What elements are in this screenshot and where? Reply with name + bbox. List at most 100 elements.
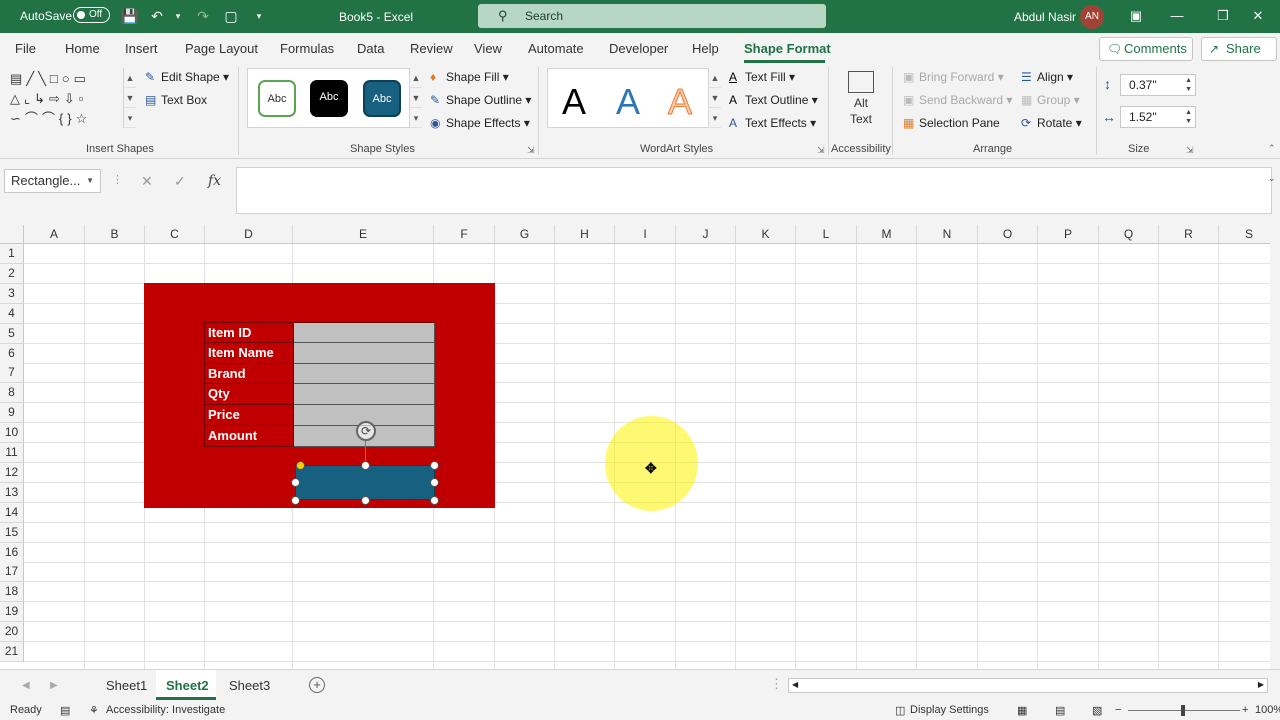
resize-handle-top[interactable] [361, 461, 370, 470]
column-header[interactable]: B [85, 225, 145, 244]
style-swatch-black[interactable]: Abc [310, 80, 348, 117]
tab-help[interactable]: Help [692, 41, 719, 56]
column-header[interactable]: N [917, 225, 978, 244]
display-settings-label[interactable]: Display Settings [910, 704, 989, 716]
tab-formulas[interactable]: Formulas [280, 41, 334, 56]
form-field-input[interactable] [294, 384, 435, 406]
vertical-scrollbar[interactable] [1270, 225, 1280, 669]
width-spinner-icon[interactable]: ▲ ▼ [1185, 108, 1192, 126]
shape-effects-button[interactable]: ◉ Shape Effects ▾ [430, 116, 530, 130]
zoom-slider-thumb[interactable] [1181, 705, 1185, 716]
tab-home[interactable]: Home [65, 41, 100, 56]
wordart-style-orange[interactable]: A [667, 81, 692, 123]
horizontal-scrollbar[interactable]: ◀ ▶ [788, 678, 1268, 693]
selected-rectangle-shape[interactable] [295, 465, 435, 500]
resize-handle-bottom-right[interactable] [430, 496, 439, 505]
row-header[interactable]: 4 [0, 303, 24, 324]
form-field-input[interactable] [294, 363, 435, 385]
customize-toolbar-icon[interactable]: ▾ [251, 8, 267, 24]
expand-gallery-icon[interactable]: ▾ [124, 108, 136, 128]
scroll-right-icon[interactable]: ▶ [1258, 680, 1264, 689]
row-header[interactable]: 10 [0, 423, 24, 444]
column-header[interactable]: K [736, 225, 796, 244]
form-field-input[interactable] [294, 322, 435, 343]
scroll-up-icon[interactable]: ▲ [410, 68, 422, 88]
dialog-launcher-icon[interactable]: ⇲ [527, 145, 535, 156]
tab-page-layout[interactable]: Page Layout [185, 41, 258, 56]
undo-icon[interactable]: ↶ [149, 8, 165, 24]
expand-gallery-icon[interactable]: ▾ [709, 108, 721, 128]
collapse-ribbon-icon[interactable]: ⌃ [1268, 143, 1276, 154]
column-header[interactable]: G [495, 225, 555, 244]
column-header[interactable]: H [555, 225, 615, 244]
restore-icon[interactable]: ❐ [1213, 6, 1233, 26]
row-header[interactable]: 21 [0, 642, 24, 662]
scroll-down-icon[interactable]: ▼ [124, 88, 136, 108]
save-icon[interactable]: 💾 [121, 8, 138, 24]
style-swatch-teal[interactable]: Abc [363, 80, 401, 117]
tab-developer[interactable]: Developer [609, 41, 668, 56]
autosave-toggle[interactable]: Off [73, 7, 110, 23]
column-header[interactable]: O [978, 225, 1038, 244]
tab-view[interactable]: View [474, 41, 502, 56]
wordart-style-black[interactable]: A [562, 81, 586, 123]
shape-outline-button[interactable]: ✎ Shape Outline ▾ [430, 93, 531, 107]
tab-file[interactable]: File [15, 41, 36, 56]
splitter-icon[interactable]: ⋮ [770, 676, 783, 692]
redo-icon[interactable]: ↷ [195, 8, 211, 24]
text-outline-button[interactable]: A Text Outline ▾ [729, 93, 818, 107]
shape-height-input[interactable]: 0.37" ▲ ▼ [1120, 74, 1196, 96]
sheet-tab-2[interactable]: Sheet2 [166, 678, 209, 693]
scroll-down-icon[interactable]: ▼ [410, 88, 422, 108]
accessibility-status[interactable]: Accessibility: Investigate [106, 704, 225, 716]
column-header[interactable]: M [857, 225, 917, 244]
row-header[interactable]: 3 [0, 283, 24, 304]
minimize-icon[interactable]: — [1167, 6, 1187, 26]
row-header[interactable]: 8 [0, 383, 24, 404]
shape-fill-button[interactable]: ♦ Shape Fill ▾ [430, 70, 509, 84]
name-box[interactable]: Rectangle... ▼ [4, 169, 101, 193]
avatar[interactable]: AN [1080, 5, 1104, 29]
row-header[interactable]: 18 [0, 582, 24, 603]
column-header[interactable]: P [1038, 225, 1099, 244]
enter-icon[interactable]: ✓ [174, 173, 186, 190]
dialog-launcher-icon[interactable]: ⇲ [817, 145, 825, 156]
style-swatch-outline[interactable]: Abc [258, 80, 296, 117]
resize-handle-left[interactable] [291, 478, 300, 487]
scroll-up-icon[interactable]: ▲ [709, 68, 721, 88]
row-header[interactable]: 14 [0, 502, 24, 523]
row-header[interactable]: 11 [0, 443, 24, 463]
row-header[interactable]: 13 [0, 482, 24, 503]
resize-handle-top-right[interactable] [430, 461, 439, 470]
group-button[interactable]: ▦ Group ▾ [1021, 93, 1080, 107]
macro-record-icon[interactable]: ▤ [60, 704, 70, 717]
text-box-button[interactable]: ▤ Text Box [145, 93, 207, 107]
tab-data[interactable]: Data [357, 41, 384, 56]
rotate-button[interactable]: ⟳ Rotate ▾ [1021, 116, 1082, 130]
shape-width-input[interactable]: 1.52" ▲ ▼ [1120, 106, 1196, 128]
tab-shape-format[interactable]: Shape Format [744, 41, 831, 56]
tab-automate[interactable]: Automate [528, 41, 584, 56]
row-header[interactable]: 20 [0, 622, 24, 643]
height-spinner-icon[interactable]: ▲ ▼ [1185, 76, 1192, 94]
page-layout-view-icon[interactable]: ▤ [1055, 704, 1065, 717]
share-button[interactable]: ↗ Share [1201, 37, 1277, 61]
row-header[interactable]: 12 [0, 462, 24, 483]
dialog-launcher-icon[interactable]: ⇲ [1186, 145, 1194, 156]
row-header[interactable]: 5 [0, 323, 24, 344]
select-all-corner[interactable] [0, 225, 24, 244]
chevron-down-icon[interactable]: ▼ [86, 170, 94, 192]
wordart-gallery-scroll[interactable]: ▲ ▼ ▾ [708, 68, 721, 128]
next-sheet-icon[interactable]: ▶ [50, 680, 58, 691]
column-header[interactable]: Q [1099, 225, 1159, 244]
selection-pane-button[interactable]: ▦ Selection Pane [903, 116, 1000, 130]
tab-insert[interactable]: Insert [125, 41, 158, 56]
tab-review[interactable]: Review [410, 41, 453, 56]
normal-view-icon[interactable]: ▦ [1017, 704, 1027, 717]
send-backward-button[interactable]: ▣ Send Backward ▾ [903, 93, 1012, 107]
row-header[interactable]: 2 [0, 263, 24, 284]
print-preview-icon[interactable]: ▢ [223, 8, 239, 24]
row-header[interactable]: 6 [0, 343, 24, 364]
sheet-tab-3[interactable]: Sheet3 [229, 678, 270, 693]
shapes-gallery-scroll[interactable]: ▲ ▼ ▾ [123, 68, 136, 128]
